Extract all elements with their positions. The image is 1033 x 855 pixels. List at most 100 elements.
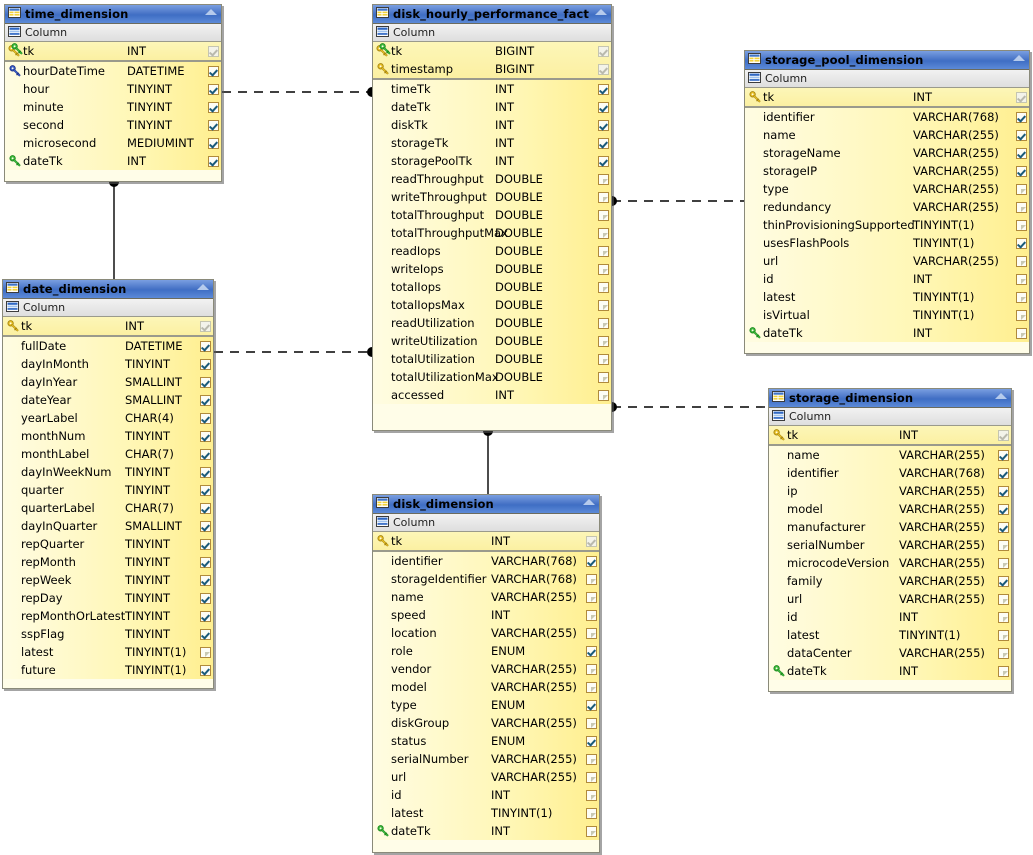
column-row[interactable]: dateTk INT	[5, 152, 221, 170]
column-row[interactable]: quarterLabel CHAR(7)	[3, 499, 213, 517]
column-row[interactable]: writeThroughput DOUBLE	[373, 188, 611, 206]
collapse-chevron-up-icon[interactable]	[205, 9, 217, 15]
table-title-bar[interactable]: storage_dimension	[769, 389, 1011, 408]
column-visible-checkbox[interactable]	[200, 430, 211, 442]
column-visible-checkbox[interactable]	[586, 771, 597, 783]
column-visible-checkbox[interactable]	[200, 448, 211, 460]
column-visible-checkbox[interactable]	[1016, 237, 1027, 249]
column-visible-checkbox[interactable]	[586, 753, 597, 765]
column-group-header[interactable]: Column	[373, 514, 599, 532]
column-visible-checkbox[interactable]	[598, 299, 609, 311]
column-row[interactable]: repMonthOrLatest TINYINT	[3, 607, 213, 625]
column-row[interactable]: repMonth TINYINT	[3, 553, 213, 571]
column-row[interactable]: speed INT	[373, 606, 599, 624]
column-visible-checkbox[interactable]	[1016, 165, 1027, 177]
column-row[interactable]: diskTk INT	[373, 116, 611, 134]
column-row[interactable]: repDay TINYINT	[3, 589, 213, 607]
column-row[interactable]: id INT	[745, 270, 1029, 288]
column-visible-checkbox[interactable]	[208, 119, 219, 131]
table-title-bar[interactable]: disk_hourly_performance_fact	[373, 5, 611, 24]
column-row[interactable]: storageIdentifier VARCHAR(768)	[373, 570, 599, 588]
column-row[interactable]: identifier VARCHAR(768)	[745, 108, 1029, 126]
column-visible-checkbox[interactable]	[200, 574, 211, 586]
column-visible-checkbox[interactable]	[208, 65, 219, 77]
column-visible-checkbox[interactable]	[586, 717, 597, 729]
column-visible-checkbox[interactable]	[998, 593, 1009, 605]
column-row[interactable]: latest TINYINT(1)	[769, 626, 1011, 644]
column-row[interactable]: monthLabel CHAR(7)	[3, 445, 213, 463]
column-visible-checkbox[interactable]	[200, 610, 211, 622]
column-visible-checkbox[interactable]	[998, 503, 1009, 515]
column-row[interactable]: name VARCHAR(255)	[373, 588, 599, 606]
column-row[interactable]: readUtilization DOUBLE	[373, 314, 611, 332]
column-visible-checkbox[interactable]	[598, 119, 609, 131]
column-row[interactable]: location VARCHAR(255)	[373, 624, 599, 642]
column-row[interactable]: second TINYINT	[5, 116, 221, 134]
column-row[interactable]: id INT	[769, 608, 1011, 626]
column-visible-checkbox[interactable]	[586, 825, 597, 837]
column-visible-checkbox[interactable]	[1016, 291, 1027, 303]
column-visible-checkbox[interactable]	[598, 245, 609, 257]
column-visible-checkbox[interactable]	[586, 663, 597, 675]
column-visible-checkbox[interactable]	[586, 699, 597, 711]
column-row[interactable]: microcodeVersion VARCHAR(255)	[769, 554, 1011, 572]
column-visible-checkbox[interactable]	[208, 101, 219, 113]
column-row[interactable]: identifier VARCHAR(768)	[769, 464, 1011, 482]
column-visible-checkbox[interactable]	[1016, 183, 1027, 195]
column-row[interactable]: fullDate DATETIME	[3, 337, 213, 355]
column-visible-checkbox[interactable]	[998, 647, 1009, 659]
column-visible-checkbox[interactable]	[598, 83, 609, 95]
column-row[interactable]: type ENUM	[373, 696, 599, 714]
column-row[interactable]: storageIP VARCHAR(255)	[745, 162, 1029, 180]
column-row[interactable]: family VARCHAR(255)	[769, 572, 1011, 590]
table-date_dimension[interactable]: date_dimension Column tk INT fullDate DATETIM…	[2, 279, 214, 689]
collapse-chevron-up-icon[interactable]	[1013, 55, 1025, 61]
column-visible-checkbox[interactable]	[998, 521, 1009, 533]
column-visible-checkbox[interactable]	[998, 467, 1009, 479]
column-row[interactable]: dayInQuarter SMALLINT	[3, 517, 213, 535]
column-row[interactable]: dateYear SMALLINT	[3, 391, 213, 409]
column-row[interactable]: usesFlashPools TINYINT(1)	[745, 234, 1029, 252]
column-row[interactable]: id INT	[373, 786, 599, 804]
table-storage_pool_dimension[interactable]: storage_pool_dimension Column tk INT identif…	[744, 50, 1030, 354]
column-row[interactable]: totalIops DOUBLE	[373, 278, 611, 296]
column-group-header[interactable]: Column	[3, 299, 213, 317]
column-row[interactable]: tk INT	[5, 42, 221, 60]
column-visible-checkbox[interactable]	[598, 353, 609, 365]
column-visible-checkbox[interactable]	[598, 389, 609, 401]
column-row[interactable]: timestamp BIGINT	[373, 60, 611, 78]
column-row[interactable]: model VARCHAR(255)	[373, 678, 599, 696]
column-row[interactable]: status ENUM	[373, 732, 599, 750]
column-visible-checkbox[interactable]	[200, 538, 211, 550]
column-row[interactable]: writeIops DOUBLE	[373, 260, 611, 278]
column-row[interactable]: latest TINYINT(1)	[3, 643, 213, 661]
column-visible-checkbox[interactable]	[598, 155, 609, 167]
column-row[interactable]: role ENUM	[373, 642, 599, 660]
column-visible-checkbox[interactable]	[598, 227, 609, 239]
column-visible-checkbox[interactable]	[1016, 309, 1027, 321]
table-title-bar[interactable]: date_dimension	[3, 280, 213, 299]
column-row[interactable]: diskGroup VARCHAR(255)	[373, 714, 599, 732]
column-row[interactable]: redundancy VARCHAR(255)	[745, 198, 1029, 216]
column-visible-checkbox[interactable]	[598, 45, 609, 57]
column-row[interactable]: writeUtilization DOUBLE	[373, 332, 611, 350]
column-visible-checkbox[interactable]	[200, 394, 211, 406]
collapse-chevron-up-icon[interactable]	[595, 9, 607, 15]
column-visible-checkbox[interactable]	[586, 555, 597, 567]
column-group-header[interactable]: Column	[745, 70, 1029, 88]
column-row[interactable]: storagePoolTk INT	[373, 152, 611, 170]
column-visible-checkbox[interactable]	[208, 83, 219, 95]
column-visible-checkbox[interactable]	[1016, 273, 1027, 285]
column-row[interactable]: tk INT	[769, 426, 1011, 444]
column-row[interactable]: serialNumber VARCHAR(255)	[373, 750, 599, 768]
column-row[interactable]: dateTk INT	[745, 324, 1029, 342]
column-row[interactable]: type VARCHAR(255)	[745, 180, 1029, 198]
column-visible-checkbox[interactable]	[1016, 129, 1027, 141]
column-visible-checkbox[interactable]	[586, 735, 597, 747]
column-visible-checkbox[interactable]	[200, 628, 211, 640]
column-group-header[interactable]: Column	[769, 408, 1011, 426]
column-visible-checkbox[interactable]	[598, 209, 609, 221]
column-row[interactable]: identifier VARCHAR(768)	[373, 552, 599, 570]
column-visible-checkbox[interactable]	[208, 45, 219, 57]
column-row[interactable]: repQuarter TINYINT	[3, 535, 213, 553]
